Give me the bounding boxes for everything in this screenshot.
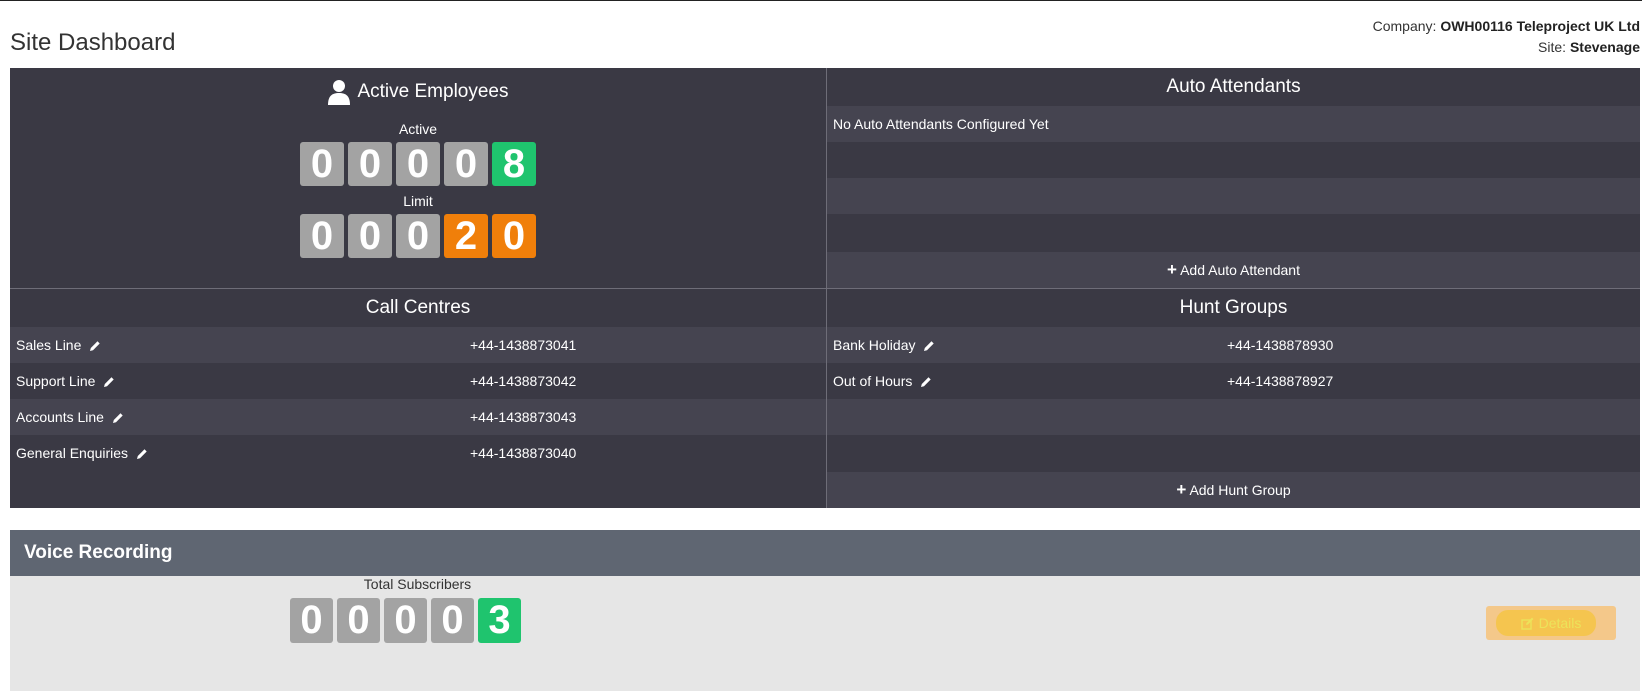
company-info: Company: OWH00116 Teleproject UK Ltd Sit…: [1373, 16, 1640, 58]
call-centres-panel: Call Centres Sales Line +44-1438873041 S…: [10, 288, 826, 508]
active-employees-heading: Active Employees: [10, 68, 826, 110]
empty-row: [827, 142, 1640, 178]
subscriber-digit: 0: [290, 598, 333, 643]
call-centre-number: +44-1438873042: [470, 373, 577, 389]
add-auto-attendant-button[interactable]: + Add Auto Attendant: [827, 252, 1640, 288]
call-centre-name: Support Line: [16, 373, 96, 389]
top-border: [0, 0, 1642, 1]
active-digit: 0: [444, 142, 488, 186]
call-centre-number: +44-1438873040: [470, 445, 577, 461]
pencil-icon[interactable]: [923, 340, 935, 352]
site-label: Site:: [1538, 39, 1567, 55]
hunt-groups-title: Hunt Groups: [1179, 297, 1288, 318]
active-digit: 8: [492, 142, 536, 186]
total-subscribers-label: Total Subscribers: [363, 576, 472, 592]
limit-digit: 0: [396, 214, 440, 258]
table-row: Accounts Line +44-1438873043: [10, 399, 826, 435]
empty-message: No Auto Attendants Configured Yet: [833, 116, 1049, 132]
limit-digit: 0: [348, 214, 392, 258]
dashboard-grid: Active Employees Active 0 0 0 0 8 Limit …: [10, 68, 1640, 508]
auto-attendants-empty-row: No Auto Attendants Configured Yet: [827, 106, 1640, 142]
limit-digit: 0: [300, 214, 344, 258]
active-employees-title: Active Employees: [357, 81, 509, 102]
table-row: Support Line +44-1438873042: [10, 363, 826, 399]
hunt-group-name: Bank Holiday: [833, 337, 916, 353]
limit-digit: 2: [444, 214, 488, 258]
limit-digit: 0: [492, 214, 536, 258]
details-label: Details: [1538, 615, 1582, 631]
pencil-icon[interactable]: [920, 376, 932, 388]
call-centre-number: +44-1438873041: [470, 337, 577, 353]
subscriber-digit: 0: [384, 598, 427, 643]
pencil-icon[interactable]: [103, 376, 115, 388]
user-icon: [328, 80, 351, 105]
empty-row: [827, 399, 1640, 435]
subscribers-counter: 0 0 0 0 3: [290, 598, 521, 643]
table-row: Sales Line +44-1438873041: [10, 327, 826, 363]
plus-icon: +: [1176, 480, 1187, 499]
call-centre-number: +44-1438873043: [470, 409, 577, 425]
call-centre-name: Sales Line: [16, 337, 82, 353]
site-value: Stevenage: [1569, 39, 1640, 55]
pencil-icon[interactable]: [136, 448, 148, 460]
plus-icon: +: [1167, 260, 1177, 279]
subscriber-digit: 3: [478, 598, 521, 643]
edit-icon: [1520, 617, 1533, 630]
auto-attendants-title: Auto Attendants: [1166, 76, 1301, 97]
pencil-icon[interactable]: [112, 412, 124, 424]
table-row: Bank Holiday +44-1438878930: [827, 327, 1640, 363]
company-value: OWH00116 Teleproject UK Ltd: [1440, 18, 1640, 34]
hunt-group-number: +44-1438878930: [1227, 337, 1334, 353]
company-label: Company:: [1372, 18, 1437, 34]
pencil-icon[interactable]: [89, 340, 101, 352]
active-digit: 0: [300, 142, 344, 186]
call-centre-name: Accounts Line: [16, 409, 104, 425]
voice-recording-header: Voice Recording: [10, 530, 1640, 576]
hunt-groups-panel: Hunt Groups Bank Holiday +44-1438878930 …: [826, 288, 1640, 508]
add-hunt-group-label: Add Hunt Group: [1189, 482, 1291, 498]
active-counter: 0 0 0 0 8: [10, 142, 826, 186]
table-row: General Enquiries +44-1438873040: [10, 435, 826, 471]
call-centres-title: Call Centres: [365, 297, 471, 318]
active-digit: 0: [348, 142, 392, 186]
active-employees-panel: Active Employees Active 0 0 0 0 8 Limit …: [10, 68, 826, 288]
details-button[interactable]: Details: [1486, 606, 1616, 640]
empty-row: [827, 178, 1640, 214]
add-auto-attendant-label: Add Auto Attendant: [1180, 262, 1300, 278]
active-label: Active: [398, 121, 438, 137]
empty-row: [827, 435, 1640, 471]
call-centre-name: General Enquiries: [16, 445, 129, 461]
limit-label: Limit: [403, 193, 433, 209]
hunt-group-name: Out of Hours: [833, 373, 913, 389]
page-title: Site Dashboard: [10, 29, 176, 56]
table-row: Out of Hours +44-1438878927: [827, 363, 1640, 399]
auto-attendants-panel: Auto Attendants No Auto Attendants Confi…: [826, 68, 1640, 288]
hunt-group-number: +44-1438878927: [1227, 373, 1334, 389]
add-hunt-group-button[interactable]: + Add Hunt Group: [827, 472, 1640, 508]
active-digit: 0: [396, 142, 440, 186]
voice-recording-body: Total Subscribers 0 0 0 0 3 Details: [10, 576, 1640, 691]
subscriber-digit: 0: [431, 598, 474, 643]
limit-counter: 0 0 0 2 0: [10, 214, 826, 258]
details-content: Details: [1520, 615, 1582, 631]
subscriber-digit: 0: [337, 598, 380, 643]
empty-row: [827, 214, 1640, 250]
